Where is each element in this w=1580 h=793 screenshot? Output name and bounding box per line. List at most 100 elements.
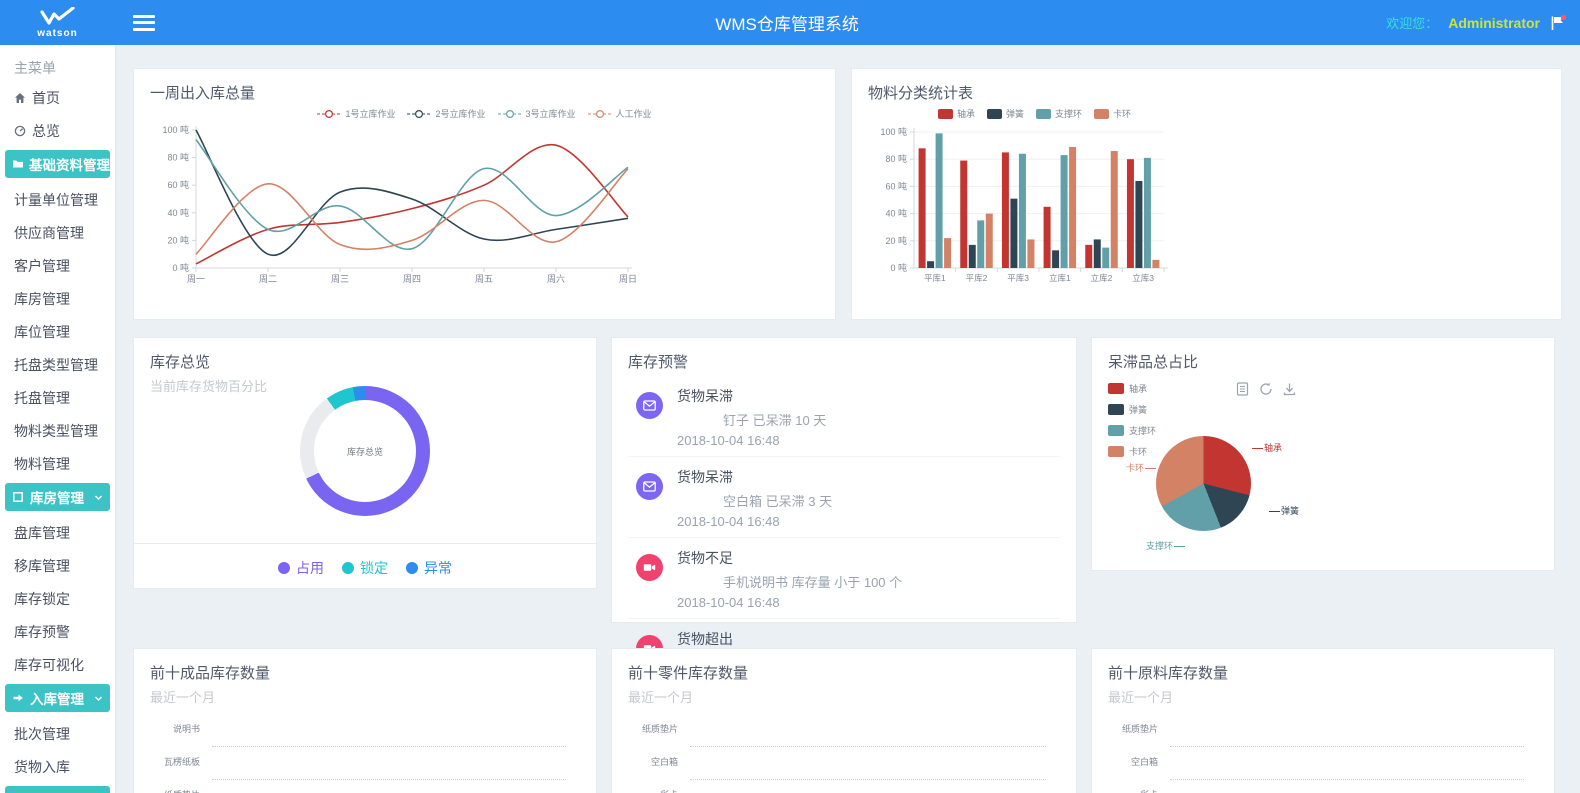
card-subtitle: 最近一个月 <box>150 687 580 706</box>
top-raw-bar-chart: 纸质垫片空白箱彩卡说明书 <box>1108 722 1538 793</box>
sidebar-item-17[interactable]: 库存可视化 <box>0 651 115 679</box>
sidebar-item-7[interactable]: 库位管理 <box>0 318 115 346</box>
card-subtitle: 最近一个月 <box>628 687 1060 706</box>
sidebar-item-label: 库存预警 <box>14 622 70 642</box>
hbar-row: 纸质垫片 <box>628 722 1060 755</box>
svg-text:80 吨: 80 吨 <box>167 152 189 163</box>
hbar-category-label: 空白箱 <box>1108 755 1164 768</box>
svg-text:周一: 周一 <box>187 274 205 284</box>
legend-item[interactable]: 支撑环 <box>1036 107 1082 120</box>
svg-text:100 吨: 100 吨 <box>880 126 907 137</box>
mail-icon <box>636 392 663 419</box>
card-weekly-inout-total: 一周出入库总量 1号立库作业2号立库作业3号立库作业人工作业 0 吨20 吨40… <box>133 68 836 320</box>
sidebar-item-label: 盘库管理 <box>14 523 70 543</box>
data-view-icon[interactable] <box>1236 382 1249 396</box>
menu-toggle-button[interactable] <box>133 15 155 31</box>
svg-text:平库2: 平库2 <box>966 273 988 283</box>
sidebar-item-19[interactable]: 批次管理 <box>0 720 115 748</box>
logo-text: watson <box>37 28 77 39</box>
svg-text:80 吨: 80 吨 <box>885 153 907 164</box>
donut-legend-item[interactable]: 锁定 <box>342 558 388 578</box>
alert-type: 货物不足 <box>677 548 1060 568</box>
alert-description: 空白箱 已呆滞 3 天 <box>723 491 1060 510</box>
chart-toolbox <box>1236 382 1296 396</box>
hbar-row: 瓦楞纸板 <box>150 755 580 788</box>
inventory-donut-chart: 库存总览 <box>300 386 430 516</box>
sidebar-item-20[interactable]: 货物入库 <box>0 753 115 781</box>
sidebar-item-10[interactable]: 物料类型管理 <box>0 417 115 445</box>
sidebar-item-label: 物料类型管理 <box>14 421 98 441</box>
sidebar-item-3[interactable]: 计量单位管理 <box>0 186 115 214</box>
svg-text:立库2: 立库2 <box>1091 273 1113 283</box>
sidebar-item-0[interactable]: 首页 <box>0 84 115 112</box>
sidebar-item-label: 托盘管理 <box>14 388 70 408</box>
page-title: WMS仓库管理系统 <box>715 10 859 35</box>
hbar-row: 空白箱 <box>1108 755 1538 788</box>
svg-text:周六: 周六 <box>547 273 565 284</box>
legend-item[interactable]: 人工作业 <box>588 107 652 120</box>
sidebar-item-12[interactable]: 库房管理 <box>5 483 110 511</box>
legend-item[interactable]: 弹簧 <box>987 107 1024 120</box>
legend-item[interactable]: 1号立库作业 <box>317 107 395 120</box>
donut-legend: 占用锁定异常 <box>134 543 596 578</box>
pie-circle <box>1156 436 1251 531</box>
sidebar-item-label: 库房管理 <box>30 487 84 507</box>
sidebar-item-4[interactable]: 供应商管理 <box>0 219 115 247</box>
weekly-line-chart: 0 吨20 吨40 吨60 吨80 吨100 吨周一周二周三周四周五周六周日 <box>150 120 650 300</box>
download-icon[interactable] <box>1283 382 1296 396</box>
sidebar-item-6[interactable]: 库房管理 <box>0 285 115 313</box>
sidebar-item-13[interactable]: 盘库管理 <box>0 519 115 547</box>
sidebar-item-21[interactable]: 出库管理 <box>5 786 110 793</box>
legend-item[interactable]: 卡环 <box>1094 107 1131 120</box>
sidebar-item-18[interactable]: 入库管理 <box>5 684 110 712</box>
sidebar-item-15[interactable]: 库存锁定 <box>0 585 115 613</box>
donut-legend-item[interactable]: 占用 <box>278 558 324 578</box>
sidebar-item-1[interactable]: 总览 <box>0 117 115 145</box>
card-title: 库存预警 <box>628 351 1060 372</box>
restore-icon[interactable] <box>1259 382 1273 396</box>
legend-item[interactable]: 轴承 <box>938 107 975 120</box>
main-content: 一周出入库总量 1号立库作业2号立库作业3号立库作业人工作业 0 吨20 吨40… <box>115 45 1580 793</box>
top-finished-bar-chart: 说明书瓦楞纸板纸质垫片空白箱 <box>150 722 580 793</box>
notification-flag-icon[interactable] <box>1550 15 1566 31</box>
sidebar-item-8[interactable]: 托盘类型管理 <box>0 351 115 379</box>
sidebar-item-label: 库存可视化 <box>14 655 84 675</box>
hbar-row: 空白箱 <box>628 755 1060 788</box>
sidebar-item-9[interactable]: 托盘管理 <box>0 384 115 412</box>
alert-timestamp: 2018-10-04 16:48 <box>677 595 1060 610</box>
sidebar-item-11[interactable]: 物料管理 <box>0 450 115 478</box>
top-parts-bar-chart: 纸质垫片空白箱彩卡说明书 <box>628 722 1060 793</box>
mail-icon <box>636 473 663 500</box>
hbar-category-label: 空白箱 <box>628 755 684 768</box>
sidebar-item-label: 计量单位管理 <box>14 190 98 210</box>
sidebar-item-14[interactable]: 移库管理 <box>0 552 115 580</box>
alert-description: 手机说明书 库存量 小于 100 个 <box>723 572 1060 591</box>
sidebar-item-5[interactable]: 客户管理 <box>0 252 115 280</box>
legend-item[interactable]: 2号立库作业 <box>407 107 485 120</box>
pie-legend-item[interactable]: 轴承 <box>1108 382 1156 395</box>
svg-text:周五: 周五 <box>475 274 493 284</box>
donut-legend-item[interactable]: 异常 <box>406 558 452 578</box>
hbar-row: 说明书 <box>150 722 580 755</box>
sidebar-item-label: 批次管理 <box>14 724 70 744</box>
sidebar-item-label: 物料管理 <box>14 454 70 474</box>
pie-legend-item[interactable]: 弹簧 <box>1108 403 1156 416</box>
current-username[interactable]: Administrator <box>1448 15 1540 31</box>
card-title: 呆滞品总占比 <box>1108 351 1538 372</box>
hbar-category-label: 纸质垫片 <box>1108 722 1164 735</box>
alert-type: 货物呆滞 <box>677 386 1060 406</box>
chevron-down-icon <box>94 691 103 706</box>
sidebar-item-2[interactable]: 基础资料管理 <box>5 150 110 178</box>
svg-text:立库1: 立库1 <box>1049 273 1071 283</box>
svg-text:20 吨: 20 吨 <box>885 235 907 246</box>
svg-text:0 吨: 0 吨 <box>890 262 907 273</box>
alert-description: 钉子 已呆滞 10 天 <box>723 410 1060 429</box>
legend-item[interactable]: 3号立库作业 <box>498 107 576 120</box>
svg-text:40 吨: 40 吨 <box>885 208 907 219</box>
app-header: watson WMS仓库管理系统 欢迎您： Administrator <box>0 0 1580 45</box>
svg-text:平库3: 平库3 <box>1007 273 1029 283</box>
alert-type: 货物超出 <box>677 629 1060 649</box>
donut-center-label: 库存总览 <box>347 445 383 458</box>
sidebar-item-16[interactable]: 库存预警 <box>0 618 115 646</box>
card-title: 前十零件库存数量 <box>628 662 1060 683</box>
